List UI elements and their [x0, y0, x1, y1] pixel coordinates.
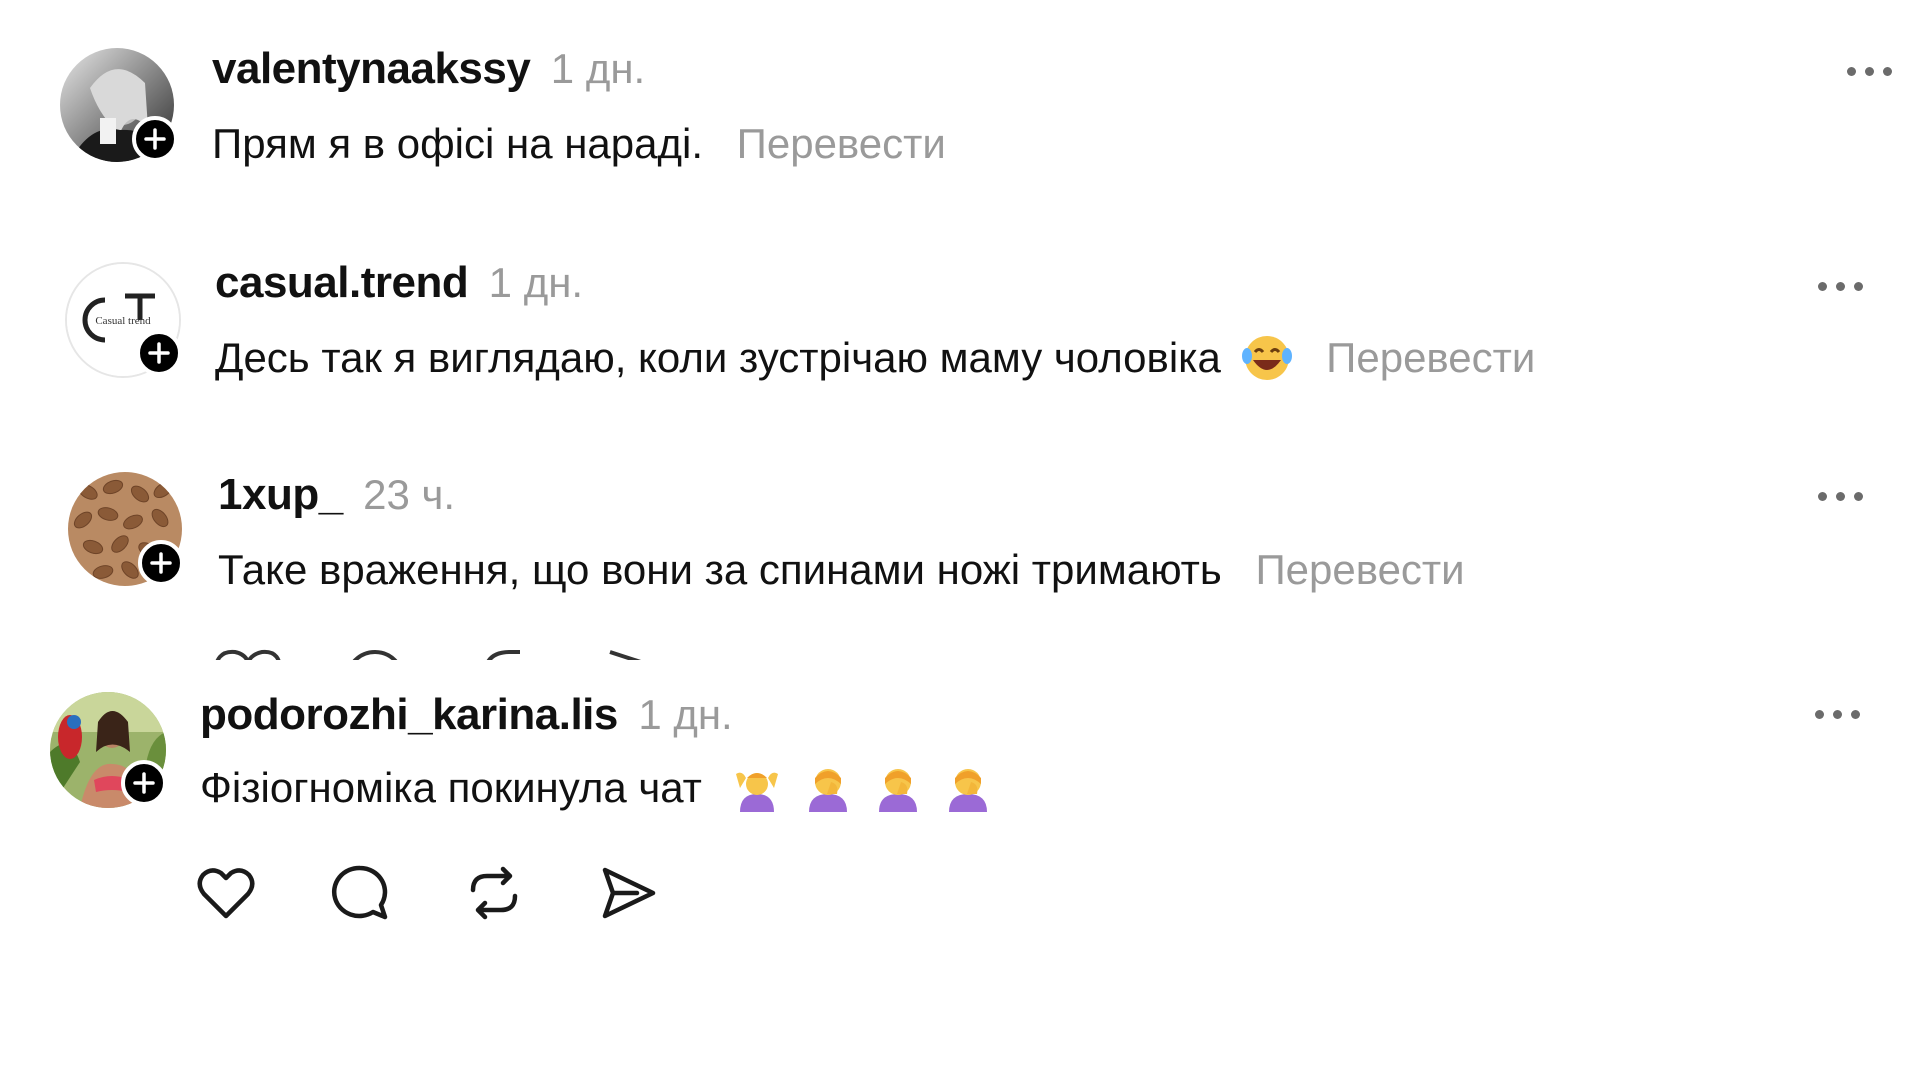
translate-link[interactable]: Перевести	[1326, 334, 1535, 381]
timestamp: 23 ч.	[363, 471, 456, 518]
dot-icon	[1818, 282, 1827, 291]
comment-text: Прям я в офісі на нараді.	[212, 120, 703, 167]
comment-text-row: Прям я в офісі на нараді. Перевести	[212, 120, 946, 168]
repost-icon[interactable]	[463, 862, 525, 924]
plus-icon	[148, 342, 170, 364]
comment-text-row: Таке враження, що вони за спинами ножі т…	[218, 546, 1465, 594]
follow-button[interactable]	[121, 760, 167, 806]
comment-text: Десь так я виглядаю, коли зустрічаю маму…	[215, 334, 1221, 381]
dot-icon	[1854, 492, 1863, 501]
plus-icon	[144, 128, 166, 150]
more-options-button[interactable]	[1818, 282, 1863, 291]
username[interactable]: valentynaakssy	[212, 44, 531, 93]
more-options-button[interactable]	[1847, 67, 1892, 76]
cropped-action-row	[210, 640, 710, 660]
laughing-emoji-icon	[1241, 334, 1293, 392]
comment-text-row: Фізіогноміка покинула чат	[200, 764, 991, 822]
dot-icon	[1818, 492, 1827, 501]
action-bar	[195, 862, 659, 924]
comment-text: Фізіогноміка покинула чат	[200, 764, 702, 811]
plus-icon	[150, 552, 172, 574]
dot-icon	[1854, 282, 1863, 291]
facepalm-emoji-icon	[805, 764, 851, 822]
more-options-button[interactable]	[1818, 492, 1863, 501]
dot-icon	[1815, 710, 1824, 719]
username[interactable]: 1xup_	[218, 470, 343, 519]
more-options-button[interactable]	[1815, 710, 1860, 719]
follow-button[interactable]	[132, 116, 178, 162]
dot-icon	[1847, 67, 1856, 76]
timestamp: 1 дн.	[550, 45, 646, 92]
dot-icon	[1883, 67, 1892, 76]
like-icon[interactable]	[195, 862, 257, 924]
dot-icon	[1836, 492, 1845, 501]
comment-text: Таке враження, що вони за спинами ножі т…	[218, 546, 1222, 593]
share-icon[interactable]	[597, 862, 659, 924]
plus-icon	[133, 772, 155, 794]
dot-icon	[1833, 710, 1842, 719]
timestamp: 1 дн.	[638, 691, 733, 738]
comment-icon[interactable]	[329, 862, 391, 924]
shrug-emoji-icon	[732, 764, 782, 822]
timestamp: 1 дн.	[488, 259, 584, 306]
translate-link[interactable]: Перевести	[737, 120, 946, 167]
follow-button[interactable]	[138, 540, 184, 586]
dot-icon	[1865, 67, 1874, 76]
facepalm-emoji-icon	[945, 764, 991, 822]
dot-icon	[1851, 710, 1860, 719]
facepalm-emoji-icon	[875, 764, 921, 822]
username[interactable]: casual.trend	[215, 258, 469, 307]
username[interactable]: podorozhi_karina.lis	[200, 690, 618, 739]
dot-icon	[1836, 282, 1845, 291]
translate-link[interactable]: Перевести	[1255, 546, 1464, 593]
comment-text-row: Десь так я виглядаю, коли зустрічаю маму…	[215, 334, 1535, 392]
follow-button[interactable]	[136, 330, 182, 376]
logo-text: Casual trend	[95, 315, 151, 327]
